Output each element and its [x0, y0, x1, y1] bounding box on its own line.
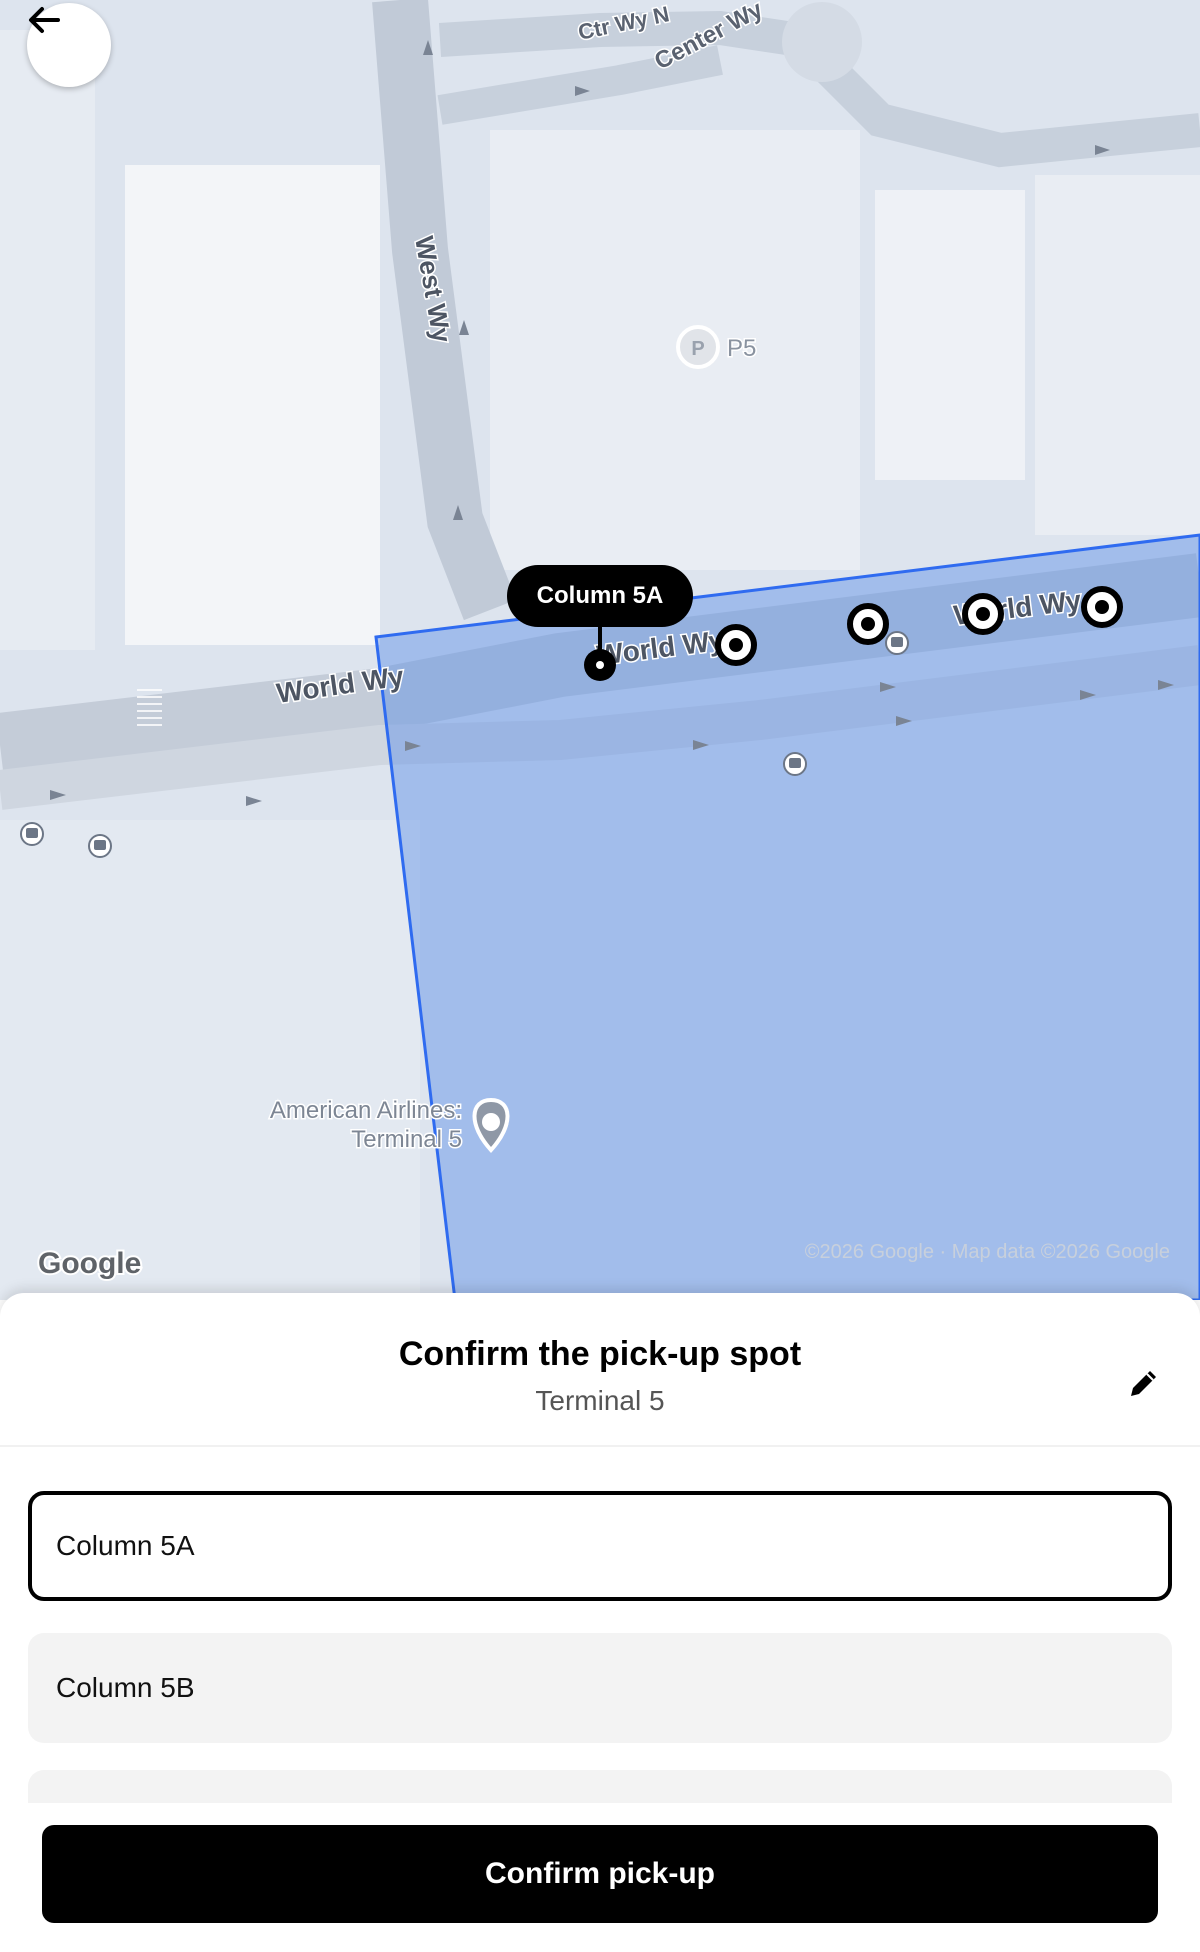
back-button[interactable]: [27, 3, 111, 87]
map-block: [125, 165, 380, 645]
map-view[interactable]: Ctr Wy N Center Wy West Wy World Wy Worl…: [0, 0, 1200, 1300]
pickup-spot-marker[interactable]: [962, 593, 1004, 635]
map-block: [490, 130, 860, 570]
parking-badge: P: [691, 338, 704, 360]
map-block: [0, 30, 95, 650]
sheet-subtitle: Terminal 5: [535, 1385, 665, 1416]
sheet-title: Confirm the pick-up spot: [398, 1335, 802, 1373]
poi-name-line1: American Airlines:: [270, 1097, 462, 1124]
divider: [0, 1445, 1200, 1447]
roundabout: [782, 2, 862, 82]
transit-stop-icon[interactable]: [885, 631, 909, 655]
spot-option-column-5a[interactable]: Column 5A: [28, 1491, 1172, 1601]
confirm-pickup-button[interactable]: Confirm pick-up: [42, 1825, 1158, 1923]
pickup-spot-marker[interactable]: [1081, 586, 1123, 628]
map-attribution: ©2026 Google · Map data ©2026 Google: [805, 1241, 1170, 1263]
spot-option-column-5b[interactable]: Column 5B: [28, 1633, 1172, 1743]
edit-button[interactable]: [1122, 1363, 1166, 1407]
map-block: [875, 190, 1025, 480]
spot-option-label: Column 5B: [56, 1672, 195, 1703]
transit-stop-icon[interactable]: [20, 822, 44, 846]
parking-label: P5: [727, 335, 756, 362]
google-logo: Google: [38, 1247, 141, 1280]
transit-stop-icon[interactable]: [783, 752, 807, 776]
pickup-zone: [374, 533, 1200, 1300]
selected-spot-callout: Column 5A: [507, 565, 693, 627]
pencil-icon: [1127, 1366, 1161, 1405]
poi-name-line2: Terminal 5: [351, 1126, 462, 1153]
map-canvas[interactable]: Ctr Wy N Center Wy West Wy World Wy Worl…: [0, 0, 1200, 1300]
map-block: [0, 820, 420, 1300]
transit-stop-icon[interactable]: [88, 834, 112, 858]
selected-pin[interactable]: [584, 649, 616, 681]
map-block: [1035, 175, 1200, 535]
pickup-spot-marker[interactable]: [847, 603, 889, 645]
spot-option-label: Column 5A: [56, 1530, 195, 1561]
pickup-spot-marker[interactable]: [715, 624, 757, 666]
